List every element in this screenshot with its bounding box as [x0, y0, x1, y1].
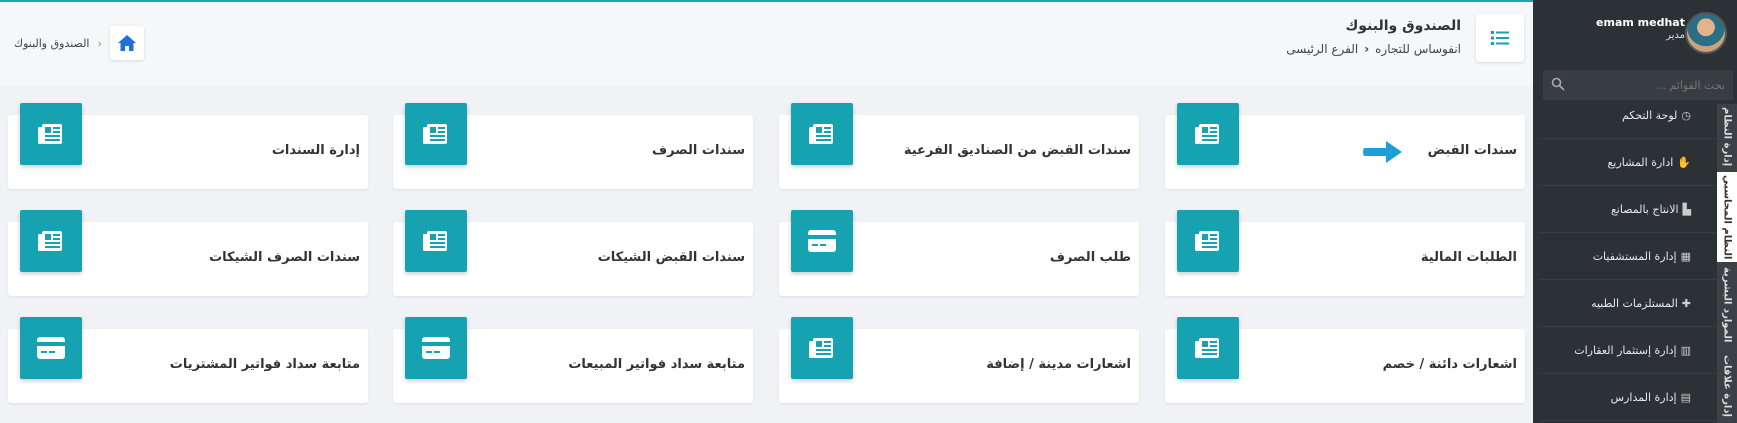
card-label: اشعارات مدينة / إضافة — [986, 357, 1131, 372]
company-name[interactable]: انفوساس للتجاره — [1375, 42, 1461, 56]
module-card[interactable]: سندات الصرف الشيكات — [8, 210, 368, 296]
sidebar-item[interactable]: ▙ الانتاج بالمصانع — [1539, 187, 1717, 233]
card-label: إدارة السندات — [271, 143, 360, 158]
sidebar-item[interactable]: ▥ إدارة إستثمار العقارات — [1539, 328, 1717, 374]
credit-card-icon — [405, 317, 467, 379]
tab-accounting[interactable]: النظام المحاسبي — [1717, 172, 1737, 262]
module-card[interactable]: سندات القبض من الصناديق الفرعية — [779, 103, 1139, 189]
receipt-icon — [20, 210, 82, 272]
module-card[interactable]: طلب الصرف — [779, 210, 1139, 296]
sidebar-item-label: إدارة المدارس — [1610, 391, 1677, 404]
module-card[interactable]: سندات الصرف — [393, 103, 753, 189]
search-icon — [1551, 77, 1565, 91]
credit-card-icon — [20, 317, 82, 379]
vertical-tabs: إدارة النظام النظام المحاسبي الموارد الب… — [1717, 104, 1737, 423]
building-icon: ▥ — [1680, 344, 1691, 357]
factory-icon: ▙ — [1682, 203, 1691, 216]
card-label: سندات القبض — [1427, 143, 1517, 158]
credit-card-icon — [791, 210, 853, 272]
receipt-icon — [405, 210, 467, 272]
sidebar-item-label: إدارة المستشفيات — [1592, 250, 1677, 263]
receipt-icon — [20, 103, 82, 165]
page-title: الصندوق والبنوك — [1345, 18, 1461, 34]
module-card[interactable]: الطلبات المالية — [1165, 210, 1525, 296]
sidebar-item-label: الانتاج بالمصانع — [1610, 203, 1679, 216]
card-label: سندات القبض الشيكات — [597, 250, 745, 265]
tab-hr[interactable]: الموارد البشرية — [1717, 264, 1737, 346]
home-button[interactable] — [109, 26, 144, 60]
receipt-icon — [405, 103, 467, 165]
module-card[interactable]: سندات القبض الشيكات — [393, 210, 753, 296]
arrow-right-icon — [1363, 141, 1402, 163]
list-icon — [1491, 31, 1509, 45]
sidebar-item-label: لوحة التحكم — [1621, 109, 1678, 122]
sidebar-item[interactable]: ◷ لوحة التحكم — [1539, 93, 1717, 139]
receipt-icon — [1177, 210, 1239, 272]
receipt-icon — [791, 103, 853, 165]
module-card[interactable]: سندات القبض — [1165, 103, 1525, 189]
breadcrumb: الصندوق والبنوك › — [14, 26, 144, 60]
module-card[interactable]: متابعة سداد فواتير المشتريات — [8, 317, 368, 403]
card-label: متابعة سداد فواتير المشتريات — [169, 357, 360, 372]
card-label: الطلبات المالية — [1420, 250, 1517, 265]
card-label: سندات الصرف — [652, 143, 745, 158]
tab-system-admin[interactable]: إدارة النظام — [1717, 104, 1737, 170]
card-label: اشعارات دائنة / خصم — [1382, 357, 1517, 372]
chevron-right-icon: › — [97, 36, 102, 50]
receipt-icon — [1177, 317, 1239, 379]
sidebar-item-label: المستلزمات الطبيه — [1591, 297, 1678, 310]
company-branch: انفوساس للتجاره ‹ الفرع الرئيسى — [1286, 42, 1461, 56]
receipt-icon — [1177, 103, 1239, 165]
chevron-left-icon: ‹ — [1364, 42, 1370, 56]
card-label: سندات الصرف الشيكات — [209, 250, 360, 265]
sidebar-item[interactable]: ▦ إدارة المستشفيات — [1539, 234, 1717, 280]
page-title-block: الصندوق والبنوك انفوساس للتجاره ‹ الفرع ال… — [1286, 18, 1461, 56]
card-label: طلب الصرف — [1049, 250, 1131, 265]
home-icon — [117, 35, 136, 51]
school-icon: ▤ — [1680, 391, 1691, 404]
sidebar-item-label: إدارة إستثمار العقارات — [1574, 344, 1677, 357]
receipt-icon — [791, 317, 853, 379]
sidebar-item[interactable]: ▤ إدارة المدارس — [1539, 375, 1717, 421]
sidebar-item[interactable]: ✋ ادارة المشاريع — [1539, 140, 1717, 186]
medkit-icon: ✚ — [1681, 297, 1691, 310]
module-card[interactable]: إدارة السندات — [8, 103, 368, 189]
sidebar: emam medhat مدير ◷لوحة التحكم✋ادارة المش… — [1533, 0, 1737, 423]
breadcrumb-current: الصندوق والبنوك — [14, 36, 90, 50]
dashboard-icon: ◷ — [1681, 109, 1691, 122]
sidebar-item-label: ادارة المشاريع — [1607, 156, 1674, 169]
menu-toggle-button[interactable] — [1476, 14, 1524, 62]
handshake-icon: ✋ — [1677, 156, 1691, 169]
avatar[interactable] — [1685, 12, 1727, 54]
main-header: الصندوق والبنوك انفوساس للتجاره ‹ الفرع ال… — [0, 2, 1533, 86]
branch-name[interactable]: الفرع الرئيسى — [1286, 42, 1358, 56]
card-label: متابعة سداد فواتير المبيعات — [568, 357, 745, 372]
user-role: مدير — [1666, 30, 1685, 41]
sidebar-item[interactable]: ✚ المستلزمات الطبيه — [1539, 281, 1717, 327]
module-card[interactable]: اشعارات دائنة / خصم — [1165, 317, 1525, 403]
card-label: سندات القبض من الصناديق الفرعية — [903, 143, 1131, 158]
tab-crm[interactable]: إدارة علاقات — [1717, 348, 1737, 423]
module-card[interactable]: اشعارات مدينة / إضافة — [779, 317, 1139, 403]
user-name: emam medhat — [1596, 16, 1685, 29]
module-card[interactable]: متابعة سداد فواتير المبيعات — [393, 317, 753, 403]
hospital-icon: ▦ — [1680, 250, 1691, 263]
